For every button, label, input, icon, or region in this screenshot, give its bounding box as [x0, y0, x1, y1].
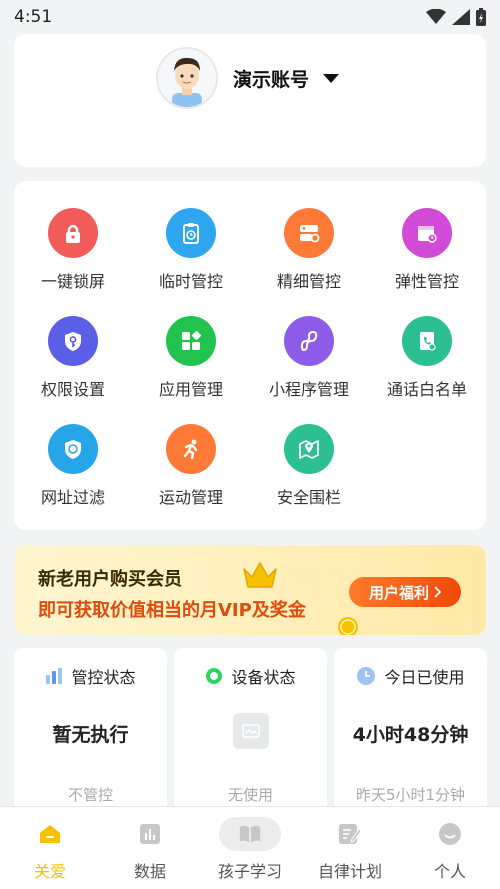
stat-title: 设备状态 — [231, 668, 296, 687]
feature-label: 弹性管控 — [394, 272, 459, 291]
tab-personal[interactable]: 个人 — [400, 807, 500, 889]
avatar[interactable] — [156, 47, 218, 109]
bar-chart-icon — [46, 668, 63, 684]
stat-header: 今日已使用 — [334, 664, 487, 688]
feature-label: 小程序管理 — [268, 380, 349, 399]
wifi-icon — [426, 9, 446, 24]
map-pin-icon — [284, 424, 334, 474]
stat-value: 4小时48分钟 — [352, 724, 469, 746]
home-icon — [38, 822, 62, 846]
features-card: 一键锁屏 临时管控 精细管控 弹性管控 权限设置 应用管理 小程序管理 通话白名… — [14, 181, 486, 530]
shield-compass-icon — [48, 424, 98, 474]
tab-label: 自律计划 — [317, 862, 382, 881]
tab-self-discipline-plan[interactable]: 自律计划 — [300, 807, 400, 889]
promo-banner[interactable]: 新老用户购买会员 即可获取价值相当的月VIP及奖金 用户福利 — [14, 545, 486, 635]
device-placeholder-icon — [233, 713, 269, 749]
tab-child-learning[interactable]: 孩子学习 — [200, 807, 300, 889]
stat-header: 设备状态 — [174, 664, 327, 688]
feature-call-whitelist[interactable]: 通话白名单 — [368, 316, 486, 416]
feature-label: 精细管控 — [276, 272, 341, 291]
person-icon — [438, 822, 462, 846]
tab-label: 关爱 — [33, 862, 66, 881]
device-status-card[interactable]: 设备状态 无使用 — [174, 648, 327, 818]
promo-title: 新老用户购买会员 — [38, 569, 182, 590]
feature-app-management[interactable]: 应用管理 — [132, 316, 250, 416]
data-chart-icon — [138, 822, 162, 846]
clock-icon — [357, 667, 376, 685]
crown-icon — [243, 562, 277, 588]
mini-program-icon — [284, 316, 334, 366]
stat-subtext: 昨天5小时1分钟 — [355, 786, 466, 804]
feature-label: 应用管理 — [158, 380, 223, 399]
feature-label: 安全围栏 — [276, 488, 341, 507]
stat-title: 管控状态 — [71, 668, 136, 687]
status-bar: 4:51 — [0, 0, 500, 34]
stat-title: 今日已使用 — [384, 668, 465, 687]
plan-edit-icon — [338, 822, 362, 846]
account-name[interactable]: 演示账号 — [233, 65, 309, 92]
caret-down-icon[interactable] — [323, 74, 339, 83]
shield-key-icon — [48, 316, 98, 366]
stat-subtext: 无使用 — [227, 786, 273, 804]
feature-exercise-management[interactable]: 运动管理 — [132, 424, 250, 524]
feature-label: 运动管理 — [158, 488, 223, 507]
profile-card: 演示账号 — [14, 34, 486, 167]
timer-clipboard-icon — [166, 208, 216, 258]
stat-header: 管控状态 — [14, 664, 167, 688]
status-icons — [426, 8, 486, 26]
bottom-tab-bar: 关爱 数据 孩子学习 自律计划 个人 — [0, 806, 500, 889]
fine-control-icon — [284, 208, 334, 258]
user-benefits-label: 用户福利 — [368, 583, 429, 602]
status-time: 4:51 — [14, 7, 53, 27]
tab-label: 个人 — [433, 862, 466, 881]
feature-label: 网址过滤 — [40, 488, 105, 507]
feature-label: 一键锁屏 — [40, 272, 105, 291]
promo-subtitle: 即可获取价值相当的月VIP及奖金 — [38, 600, 306, 621]
usage-today-card[interactable]: 今日已使用 4小时48分钟 昨天5小时1分钟 — [334, 648, 487, 818]
feature-flexible-control[interactable]: 弹性管控 — [368, 208, 486, 308]
lock-icon — [48, 208, 98, 258]
tab-data[interactable]: 数据 — [100, 807, 200, 889]
feature-label: 权限设置 — [40, 380, 105, 399]
signal-icon — [452, 9, 470, 25]
feature-temp-control[interactable]: 临时管控 — [132, 208, 250, 308]
tab-care[interactable]: 关爱 — [0, 807, 100, 889]
tab-label: 数据 — [133, 862, 166, 881]
control-status-card[interactable]: 管控状态 暂无执行 不管控 — [14, 648, 167, 818]
feature-label: 临时管控 — [158, 272, 223, 291]
stat-subtext: 不管控 — [67, 786, 113, 804]
feature-permission-settings[interactable]: 权限设置 — [14, 316, 132, 416]
user-benefits-button[interactable]: 用户福利 — [349, 577, 461, 607]
tab-label: 孩子学习 — [217, 862, 282, 881]
feature-safety-fence[interactable]: 安全围栏 — [250, 424, 368, 524]
feature-mini-program[interactable]: 小程序管理 — [250, 316, 368, 416]
feature-url-filter[interactable]: 网址过滤 — [14, 424, 132, 524]
chevron-right-icon — [434, 586, 441, 598]
running-icon — [166, 424, 216, 474]
stat-value: 暂无执行 — [52, 724, 129, 746]
battery-icon — [476, 8, 486, 26]
feature-fine-control[interactable]: 精细管控 — [250, 208, 368, 308]
status-dot-icon — [206, 668, 223, 684]
feature-lock-screen[interactable]: 一键锁屏 — [14, 208, 132, 308]
book-icon — [238, 822, 262, 846]
feature-label: 通话白名单 — [386, 380, 467, 399]
apps-grid-icon — [166, 316, 216, 366]
phone-book-icon — [402, 316, 452, 366]
calendar-clock-icon — [402, 208, 452, 258]
coin-icon — [338, 617, 358, 635]
